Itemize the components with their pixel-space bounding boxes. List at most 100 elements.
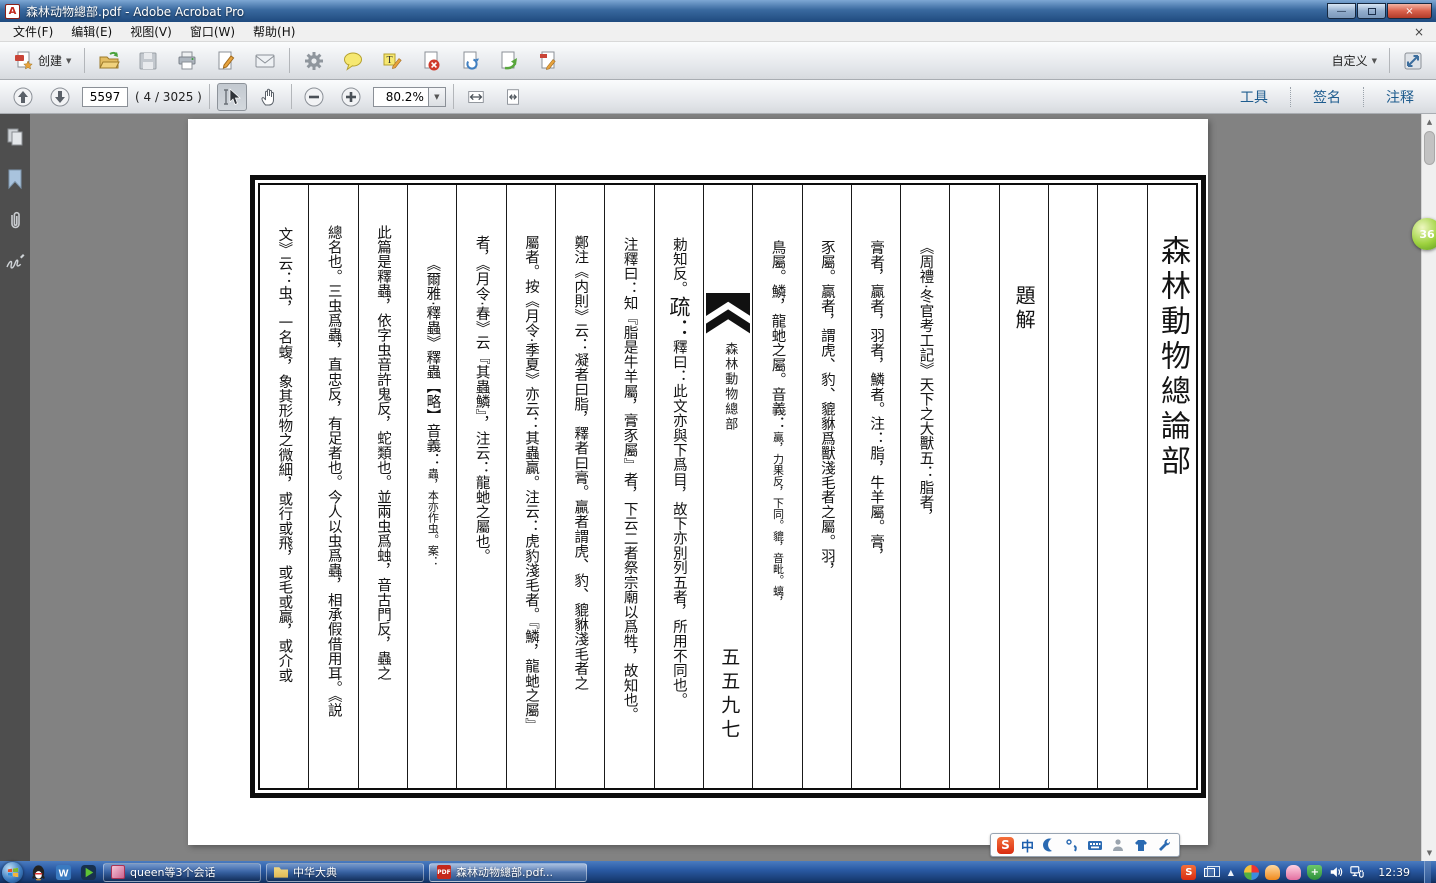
assistant-ball-label: 36 — [1419, 228, 1434, 241]
menu-edit[interactable]: 编辑(E) — [62, 21, 121, 42]
email-button[interactable] — [250, 47, 280, 75]
skin-icon[interactable] — [1133, 837, 1149, 853]
open-file-icon — [98, 50, 120, 72]
menu-file[interactable]: 文件(F) — [4, 21, 62, 42]
signatures-icon[interactable] — [4, 252, 26, 274]
pdf-file-icon: PDF — [437, 865, 451, 879]
safety-shield-icon[interactable]: + — [1307, 865, 1322, 880]
maximize-button[interactable] — [1357, 3, 1386, 19]
360-icon[interactable] — [1244, 865, 1259, 880]
window-restore-icon[interactable] — [1202, 865, 1217, 880]
assistant-float-ball[interactable]: 36 — [1412, 218, 1436, 250]
fit-page-button[interactable] — [498, 83, 528, 111]
zoom-dropdown-button[interactable]: ▼ — [429, 87, 446, 107]
chat-avatar-icon — [111, 865, 125, 879]
menu-window[interactable]: 窗口(W) — [181, 21, 244, 42]
sign-panel-button[interactable]: 签名 — [1299, 83, 1355, 111]
task-label: 森林动物總部.pdf... — [456, 864, 553, 880]
save-button[interactable] — [133, 47, 163, 75]
fit-width-button[interactable] — [461, 83, 491, 111]
zoom-out-button[interactable] — [299, 83, 329, 111]
open-file-button[interactable] — [94, 47, 124, 75]
settings-button[interactable] — [299, 47, 329, 75]
page-viewport[interactable]: 森林動物總論部題解《周禮·冬官考工記》天下之大獸五：脂者，膏者，贏者，羽者，鱗者… — [30, 114, 1421, 861]
customize-button[interactable]: 自定义 ▼ — [1328, 49, 1381, 72]
hand-tool-button[interactable] — [254, 83, 284, 111]
folder-icon — [274, 865, 288, 879]
page-empty-column — [1049, 185, 1098, 788]
page-count-label: ( 4 / 3025 ) — [135, 90, 202, 104]
page-number-input[interactable] — [82, 87, 128, 107]
qq-icon[interactable] — [28, 862, 48, 882]
punctuation-icon[interactable] — [1064, 837, 1080, 853]
page-empty-column — [950, 185, 999, 788]
taskbar-clock[interactable]: 12:39 — [1370, 866, 1418, 879]
taskbar-task[interactable]: 中华大典 — [266, 863, 424, 882]
create-pdf-icon — [12, 50, 34, 72]
fill-sign-button[interactable] — [533, 47, 563, 75]
scrollbar-thumb[interactable] — [1424, 131, 1435, 165]
column-text: 鄭注《内則》云：凝者曰脂，釋者曰膏。贏者謂虎、豹、貔貅淺毛者之 — [572, 235, 588, 691]
sogou-logo-icon[interactable]: S — [997, 837, 1014, 854]
show-desktop-button[interactable] — [1424, 861, 1431, 883]
zoom-in-button[interactable] — [336, 83, 366, 111]
bookmarks-icon[interactable] — [4, 168, 26, 190]
text-note-button[interactable]: T — [377, 47, 407, 75]
settings-gear-icon — [303, 50, 325, 72]
chevron-down-icon: ▼ — [434, 93, 439, 101]
column-text: 豕屬。贏者，謂虎、豹、貔貅爲獸淺毛者之屬。羽， — [819, 240, 835, 578]
create-pdf-button[interactable]: 创建 ▼ — [8, 47, 75, 75]
network-icon[interactable] — [1349, 865, 1364, 880]
qq-orange-icon[interactable] — [1265, 865, 1280, 880]
fullscreen-button[interactable] — [1398, 47, 1428, 75]
sogou-tray-icon[interactable]: S — [1181, 865, 1196, 880]
column-text: 《周禮·冬官考工記》天下之大獸五：脂者， — [917, 240, 933, 524]
column-text: 贏，力果反，下同。貔，音毗。螭， — [772, 431, 785, 607]
hand-tool-icon — [258, 86, 280, 108]
export-page-icon — [498, 50, 520, 72]
menu-view[interactable]: 视图(V) — [121, 21, 181, 42]
start-button[interactable] — [2, 862, 23, 883]
column-text: 蟲，本亦作虫。案： — [426, 468, 439, 567]
print-button[interactable] — [172, 47, 202, 75]
qq-pink-icon[interactable] — [1286, 865, 1301, 880]
taskbar-tasks: queen等3个会话 中华大典 PDF 森林动物總部.pdf... — [103, 863, 603, 882]
player-icon[interactable] — [78, 862, 98, 882]
fit-width-icon — [465, 86, 487, 108]
svg-text:T: T — [387, 55, 393, 66]
zoom-level-value[interactable]: 80.2% — [373, 87, 429, 107]
scan-ocr-button[interactable] — [455, 47, 485, 75]
volume-icon[interactable] — [1328, 865, 1343, 880]
delete-page-button[interactable] — [416, 47, 446, 75]
scroll-up-icon[interactable]: ▲ — [1422, 114, 1436, 130]
word-icon[interactable]: W — [53, 862, 73, 882]
chinese-mode-icon[interactable]: 中 — [1021, 836, 1034, 855]
scroll-down-icon[interactable]: ▼ — [1422, 845, 1436, 861]
taskbar-task[interactable]: queen等3个会话 — [103, 863, 261, 882]
next-page-button[interactable] — [45, 83, 75, 111]
export-page-button[interactable] — [494, 47, 524, 75]
attachments-icon[interactable] — [4, 210, 26, 232]
menubar-close-icon[interactable]: × — [1406, 25, 1432, 39]
hidden-icons-arrow[interactable]: ▲ — [1223, 865, 1238, 880]
ime-toolbar: S 中 — [990, 833, 1180, 857]
tools-panel-button[interactable]: 工具 — [1226, 83, 1282, 111]
taskbar-task[interactable]: PDF 森林动物總部.pdf... — [429, 863, 587, 882]
menu-help[interactable]: 帮助(H) — [244, 21, 304, 42]
comment-panel-button[interactable]: 注释 — [1372, 83, 1428, 111]
previous-page-button[interactable] — [8, 83, 38, 111]
column-text: 勅知反。 — [671, 237, 687, 296]
close-button[interactable]: × — [1387, 3, 1432, 19]
minimize-button[interactable]: — — [1327, 3, 1356, 19]
account-icon[interactable] — [1110, 837, 1126, 853]
comment-button[interactable] — [338, 47, 368, 75]
soft-keyboard-icon[interactable] — [1087, 837, 1103, 853]
page-thumbnails-icon[interactable] — [4, 126, 26, 148]
task-label: queen等3个会话 — [130, 864, 215, 880]
toolbox-wrench-icon[interactable] — [1156, 837, 1172, 853]
moon-icon[interactable] — [1041, 837, 1057, 853]
compose-page-button[interactable] — [211, 47, 241, 75]
column-text: 疏： — [667, 296, 691, 340]
select-tool-button[interactable] — [217, 83, 247, 111]
page-text-column: 屬者。按《月令·季夏》亦云：其蟲贏。注云：虎豹淺毛者。『鱗，龍虵之屬』 — [507, 185, 556, 788]
